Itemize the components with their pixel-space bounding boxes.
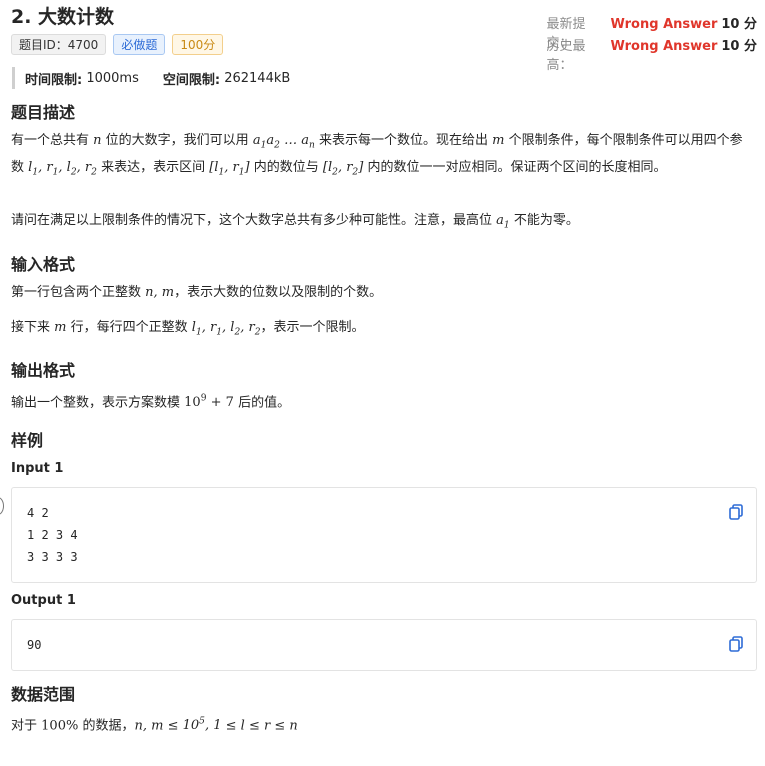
text-fragment: 对于 <box>11 718 38 734</box>
math-n: n <box>93 133 102 148</box>
description-paragraph-1: 有一个总共有 n 位的大数字，我们可以用 a1a2 … an 来表示每一个数位。… <box>11 130 751 183</box>
math-modulus: 109 + 7 <box>184 394 234 411</box>
example-output-content[interactable]: 90 <box>27 634 41 656</box>
text-fragment: 来表达，表示区间 <box>101 159 206 175</box>
problem-id-tag: 题目ID：4700 <box>11 34 107 55</box>
math-m: m <box>492 133 505 148</box>
text-fragment: 后的值。 <box>238 395 291 411</box>
math-interval-2: [l2, r2] <box>322 159 364 178</box>
required-tag[interactable]: 必做题 <box>113 34 166 55</box>
example-output-box: 90 <box>11 619 757 671</box>
text-fragment: 行，每行四个正整数 <box>70 320 188 335</box>
example-input-label: Input 1 <box>11 461 64 476</box>
math-n-m: n, m <box>145 285 175 300</box>
section-output-format: 输出格式 <box>11 361 76 380</box>
memory-limit-value: 262144kB <box>224 70 291 86</box>
problem-title: 2. 大数计数 <box>11 6 115 28</box>
data-range-line: 对于 100% 的数据，n, m ≤ 105, 1 ≤ l ≤ r ≤ n <box>11 711 751 737</box>
text-fragment: 位的大数字，我们可以用 <box>105 133 249 148</box>
section-data-range: 数据范围 <box>11 685 76 704</box>
math-digits: a1a2 … an <box>252 133 315 151</box>
latest-submission-score: 10 分 <box>721 17 757 32</box>
memory-limit-label: 空间限制: <box>162 72 221 88</box>
text-fragment: ，表示一个限制。 <box>260 320 365 335</box>
text-fragment: 第一行包含两个正整数 <box>11 285 142 300</box>
text-fragment: 来表示每一个数位。现在给出 <box>318 133 488 148</box>
example-input-box: 4 2 1 2 3 4 3 3 3 3 <box>11 487 757 583</box>
section-description: 题目描述 <box>11 103 76 122</box>
best-submission-label: 历史最高： <box>546 39 586 73</box>
text-fragment: 不能为零。 <box>513 213 579 228</box>
input-format-line-2: 接下来 m 行，每行四个正整数 l1, r1, l2, r2，表示一个限制。 <box>11 317 751 344</box>
text-fragment: 请问在满足以上限制条件的情况下，这个大数字总共有多少种可能性。注意，最高位 <box>11 213 493 228</box>
example-output-label: Output 1 <box>11 593 76 608</box>
best-submission: 历史最高： Wrong Answer 10 分 <box>547 35 757 73</box>
latest-submission-result[interactable]: Wrong Answer <box>611 17 718 32</box>
math-interval-1: [l1, r1] <box>209 159 250 178</box>
text-fragment: 有一个总共有 <box>11 133 90 148</box>
math-percent: 100% <box>41 718 79 734</box>
math-params: l1, r1, l2, r2 <box>191 320 261 338</box>
score-tag: 100分 <box>172 34 224 55</box>
copy-icon[interactable] <box>729 504 743 520</box>
math-params: l1, r1, l2, r2 <box>28 159 97 178</box>
text-fragment: 内的数位一一对应相同。保证两个区间的长度相同。 <box>367 159 667 175</box>
math-a1: a1 <box>496 213 510 231</box>
text-fragment: 的数据， <box>82 718 135 734</box>
math-m: m <box>54 320 67 335</box>
best-submission-score: 10 分 <box>721 39 757 54</box>
section-examples: 样例 <box>11 431 44 450</box>
section-input-format: 输入格式 <box>11 255 76 274</box>
best-submission-result[interactable]: Wrong Answer <box>611 39 718 54</box>
edge-artifact <box>0 497 4 515</box>
input-format-line-1: 第一行包含两个正整数 n, m，表示大数的位数以及限制的个数。 <box>11 282 751 304</box>
time-limit-value: 1000ms <box>86 70 139 86</box>
text-fragment: ，表示大数的位数以及限制的个数。 <box>174 285 383 300</box>
math-constraints: n, m ≤ 105, 1 ≤ l ≤ r ≤ n <box>134 717 298 734</box>
time-limit-label: 时间限制: <box>25 72 83 88</box>
copy-icon[interactable] <box>729 636 743 652</box>
limits-bar: 时间限制: 1000ms 空间限制: 262144kB <box>12 67 290 89</box>
output-format-line: 输出一个整数，表示方案数模 109 + 7 后的值。 <box>11 388 751 414</box>
text-fragment: 接下来 <box>11 320 51 335</box>
problem-tags: 题目ID：4700 必做题 100分 <box>11 34 224 55</box>
example-input-content[interactable]: 4 2 1 2 3 4 3 3 3 3 <box>27 502 78 568</box>
text-fragment: 内的数位与 <box>253 159 319 175</box>
text-fragment: 输出一个整数，表示方案数模 <box>11 395 181 411</box>
description-paragraph-2: 请问在满足以上限制条件的情况下，这个大数字总共有多少种可能性。注意，最高位 a1… <box>11 210 751 237</box>
